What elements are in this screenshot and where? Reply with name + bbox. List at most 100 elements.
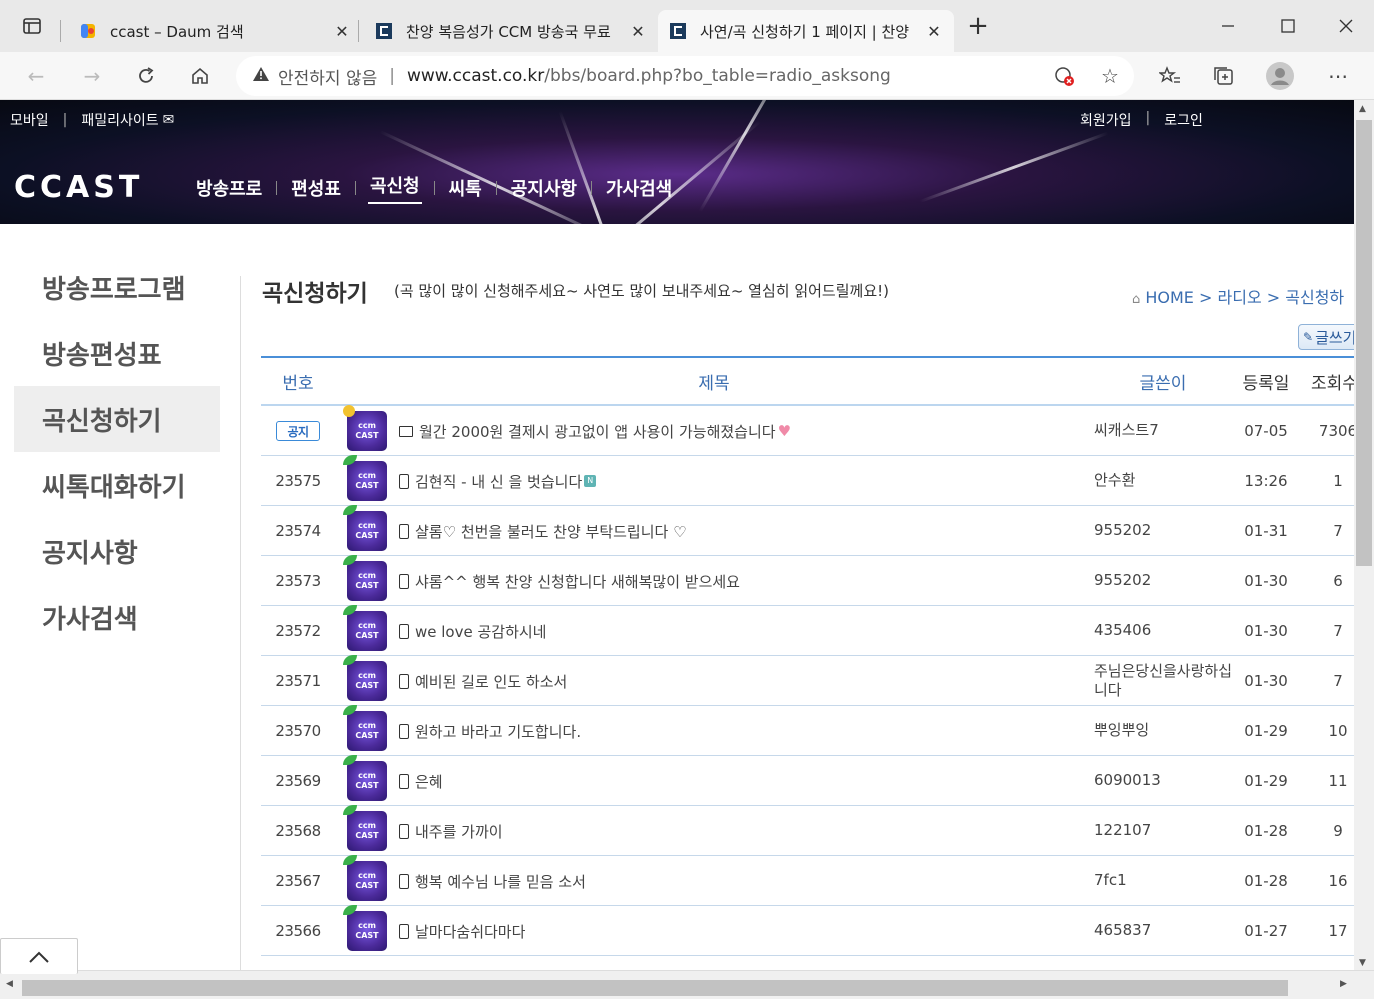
post-subject-link[interactable]: 김현직 - 내 신 을 벗습니다: [415, 471, 582, 492]
more-menu-icon[interactable]: ⋯: [1324, 62, 1352, 90]
table-row[interactable]: 23570 ccm CAST 원하고 바라고 기도합니다. 뿌잉뿌잉 01-29 10: [261, 705, 1354, 756]
new-tab-button[interactable]: +: [966, 11, 990, 41]
profile-avatar[interactable]: [1266, 62, 1294, 90]
post-author[interactable]: 955202: [1094, 521, 1151, 541]
side-menu-lyrics[interactable]: 가사검색: [14, 584, 220, 650]
post-author[interactable]: 465837: [1094, 921, 1151, 941]
table-row[interactable]: 23567 ccm CAST 행복 예수님 나를 믿음 소서 7fc1 01-28 16: [261, 855, 1354, 906]
post-subject-link[interactable]: 원하고 바라고 기도합니다.: [415, 721, 581, 742]
address-bar[interactable]: 안전하지 않음 | www.ccast.co.kr/bbs/board.php?…: [236, 56, 1134, 96]
post-subject-link[interactable]: 월간 2000원 결제시 광고없이 앱 사용이 가능해졌습니다: [419, 421, 776, 442]
post-author[interactable]: 주님은당신을사랑하십니다: [1094, 662, 1234, 701]
post-subject-link[interactable]: 행복 예수님 나를 믿음 소서: [415, 871, 586, 892]
tab-ccast-home[interactable]: 찬양 복음성가 CCM 방송국 무료 ✕: [370, 10, 652, 52]
refresh-icon[interactable]: [132, 62, 160, 90]
nav-lyrics[interactable]: 가사검색: [604, 175, 674, 201]
home-icon[interactable]: [186, 62, 214, 90]
member-thumbnail[interactable]: ccm CAST: [343, 455, 387, 501]
post-subject-link[interactable]: 내주를 가까이: [415, 821, 503, 842]
side-menu-ctalk[interactable]: 씨톡대화하기: [14, 452, 220, 518]
collections-icon[interactable]: [1210, 62, 1238, 90]
post-author[interactable]: 7fc1: [1094, 871, 1127, 891]
nav-asksong[interactable]: 곡신청: [367, 172, 422, 204]
mobile-link[interactable]: 모바일: [10, 110, 49, 130]
close-tab-icon[interactable]: ✕: [924, 22, 944, 41]
table-row[interactable]: 23566 ccm CAST 날마다숨쉬다마다 465837 01-27 17: [261, 905, 1354, 956]
post-subject-link[interactable]: 샬롬♡ 천번을 불러도 찬양 부탁드립니다 ♡: [415, 521, 687, 542]
site-logo[interactable]: CCAST: [14, 170, 143, 205]
member-thumbnail[interactable]: ccm CAST: [343, 805, 387, 851]
post-author[interactable]: 435406: [1094, 621, 1151, 641]
post-subject-link[interactable]: 날마다숨쉬다마다: [415, 921, 525, 942]
close-window-icon[interactable]: [1334, 14, 1358, 38]
url-path[interactable]: /bbs/board.php?bo_table=radio_asksong: [544, 66, 891, 86]
favorites-icon[interactable]: [1156, 62, 1184, 90]
vertical-scroll-thumb[interactable]: [1356, 120, 1372, 566]
warning-icon[interactable]: [252, 66, 270, 87]
member-thumbnail[interactable]: ccm CAST: [343, 755, 387, 801]
nav-schedule[interactable]: 편성표: [289, 175, 343, 201]
breadcrumb-home[interactable]: HOME: [1145, 288, 1194, 307]
family-site-link[interactable]: 패밀리사이트: [81, 110, 158, 130]
login-link[interactable]: 로그인: [1164, 110, 1203, 130]
breadcrumb-radio[interactable]: 라디오: [1218, 288, 1262, 307]
tab-asksong[interactable]: 사연/곡 신청하기 1 페이지 | 찬양 ✕: [658, 10, 954, 52]
minimize-icon[interactable]: [1216, 14, 1240, 38]
board-table: 번호 제목 글쓴이 등록일 조회수 공지 ccm CAST 월간 2000원 결제시 …: [261, 356, 1354, 956]
horizontal-scroll-thumb[interactable]: [22, 980, 1288, 996]
post-author[interactable]: 6090013: [1094, 771, 1161, 791]
write-button[interactable]: ✎ 글쓰기: [1298, 324, 1354, 350]
forward-icon[interactable]: →: [78, 62, 106, 90]
signup-link[interactable]: 회원가입: [1080, 110, 1132, 130]
member-thumbnail[interactable]: ccm CAST: [343, 705, 387, 751]
member-thumbnail[interactable]: ccm CAST: [343, 405, 387, 451]
close-tab-icon[interactable]: ✕: [628, 22, 648, 41]
table-row[interactable]: 23573 ccm CAST 샤롬^^ 행복 찬양 신청합니다 새해복많이 받으세요 9…: [261, 555, 1354, 606]
member-thumbnail[interactable]: ccm CAST: [343, 655, 387, 701]
post-author[interactable]: 뿌잉뿌잉: [1094, 721, 1149, 741]
post-subject-link[interactable]: 예비된 길로 인도 하소서: [415, 671, 567, 692]
post-author[interactable]: 122107: [1094, 821, 1151, 841]
member-thumbnail[interactable]: ccm CAST: [343, 855, 387, 901]
scroll-top-button[interactable]: [0, 938, 78, 974]
col-hits[interactable]: 조회수: [1311, 369, 1354, 394]
cell-num: 23572: [261, 606, 335, 656]
nav-programs[interactable]: 방송프로: [194, 175, 264, 201]
table-row[interactable]: 23571 ccm CAST 예비된 길로 인도 하소서 주님은당신을사랑하십니다 01-…: [261, 655, 1354, 706]
breadcrumb-current[interactable]: 곡신청하: [1285, 288, 1344, 307]
side-menu-programs[interactable]: 방송프로그램: [14, 254, 220, 320]
side-menu-schedule[interactable]: 방송편성표: [14, 320, 220, 386]
tab-daum[interactable]: ccast – Daum 검색 ✕: [74, 10, 356, 52]
table-row[interactable]: 23569 ccm CAST 은혜 6090013 01-29 11: [261, 755, 1354, 806]
mobile-icon: [399, 923, 409, 939]
tab-actions-icon[interactable]: [20, 14, 44, 38]
member-thumbnail[interactable]: ccm CAST: [343, 505, 387, 551]
member-thumbnail[interactable]: ccm CAST: [343, 905, 387, 951]
post-subject-link[interactable]: we love 공감하시네: [415, 621, 546, 642]
post-author[interactable]: 안수환: [1094, 471, 1135, 491]
post-subject-link[interactable]: 샤롬^^ 행복 찬양 신청합니다 새해복많이 받으세요: [415, 571, 740, 592]
security-status[interactable]: 안전하지 않음: [278, 64, 377, 89]
tracking-prevention-icon[interactable]: [1050, 62, 1078, 90]
member-thumbnail[interactable]: ccm CAST: [343, 605, 387, 651]
notice-row[interactable]: 공지 ccm CAST 월간 2000원 결제시 광고없이 앱 사용이 가능해졌습니다…: [261, 405, 1354, 456]
post-author[interactable]: 씨캐스트7: [1094, 421, 1159, 441]
side-menu-notice[interactable]: 공지사항: [14, 518, 220, 584]
post-subject-link[interactable]: 은혜: [415, 771, 443, 792]
nav-ctalk[interactable]: 씨톡: [447, 175, 484, 201]
nav-notice[interactable]: 공지사항: [509, 175, 579, 201]
table-row[interactable]: 23568 ccm CAST 내주를 가까이 122107 01-28 9: [261, 805, 1354, 856]
maximize-icon[interactable]: [1276, 14, 1300, 38]
table-row[interactable]: 23574 ccm CAST 샬롬♡ 천번을 불러도 찬양 부탁드립니다 ♡ 95520…: [261, 505, 1354, 556]
cell-thumb: ccm CAST: [343, 705, 387, 756]
table-row[interactable]: 23572 ccm CAST we love 공감하시네 435406 01-30 7: [261, 605, 1354, 656]
table-row[interactable]: 23575 ccm CAST 김현직 - 내 신 을 벗습니다 N 안수환 13:26 1: [261, 455, 1354, 506]
side-menu-asksong[interactable]: 곡신청하기: [14, 386, 220, 452]
post-author[interactable]: 955202: [1094, 571, 1151, 591]
close-tab-icon[interactable]: ✕: [332, 22, 352, 41]
member-thumbnail[interactable]: ccm CAST: [343, 555, 387, 601]
col-date[interactable]: 등록일: [1231, 369, 1301, 394]
back-icon[interactable]: ←: [22, 62, 50, 90]
add-favorite-icon[interactable]: ☆: [1096, 62, 1124, 90]
url-host[interactable]: www.ccast.co.kr: [407, 66, 544, 86]
